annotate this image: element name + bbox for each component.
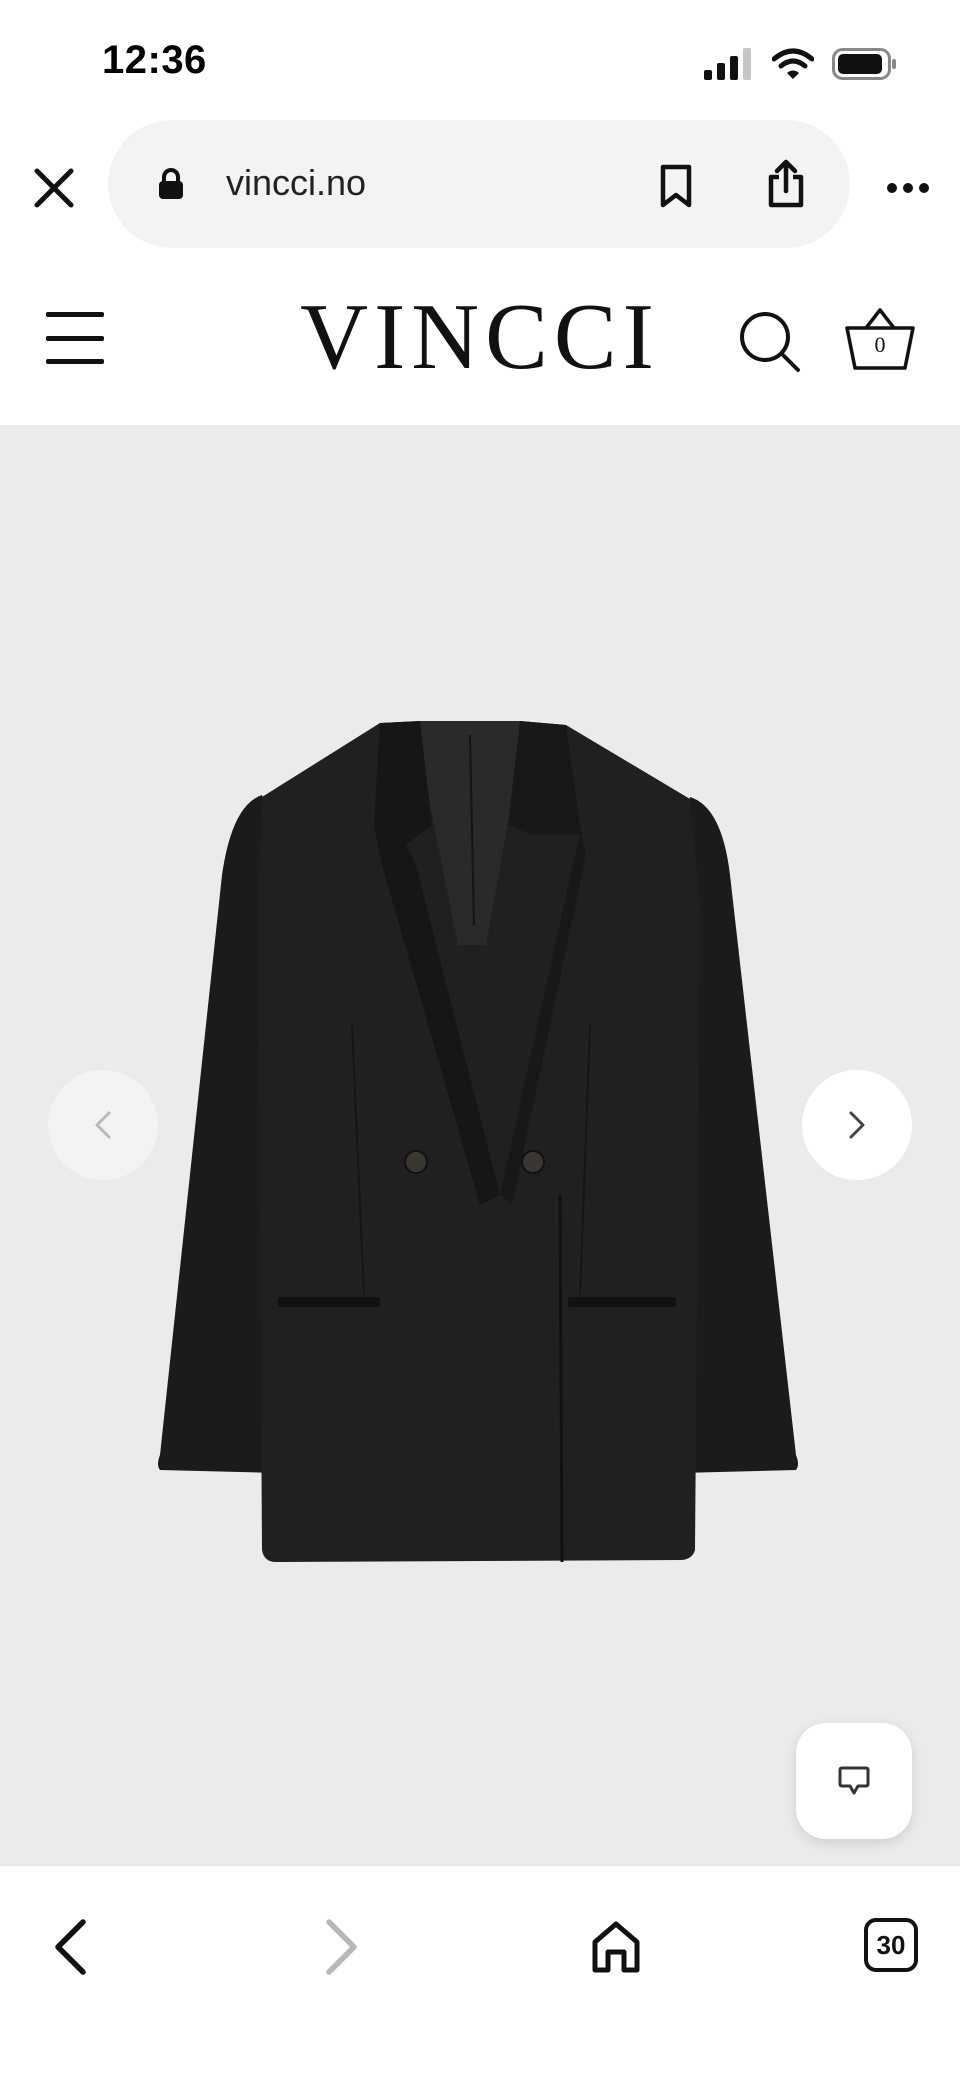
product-gallery — [0, 425, 960, 1865]
tab-count: 30 — [876, 1929, 906, 1960]
url-bar[interactable]: vincci.no — [108, 120, 850, 248]
more-icon — [887, 183, 929, 193]
chevron-left-icon — [95, 1111, 111, 1139]
basket-button[interactable]: 0 — [844, 306, 916, 372]
site-header: VINCCI 0 — [0, 250, 960, 425]
wifi-icon — [772, 48, 814, 79]
forward-button[interactable] — [314, 1914, 370, 1980]
browser-address-bar: vincci.no — [0, 120, 960, 250]
battery-icon — [832, 48, 896, 80]
basket-count: 0 — [874, 332, 886, 357]
next-image-button[interactable] — [802, 1070, 912, 1180]
more-options-button[interactable] — [878, 160, 938, 216]
bookmark-icon — [660, 164, 692, 208]
previous-image-button[interactable] — [48, 1070, 158, 1180]
url-text: vincci.no — [226, 162, 367, 203]
share-icon — [768, 159, 804, 208]
hamburger-menu-button[interactable] — [46, 312, 108, 364]
chat-icon — [838, 1766, 870, 1795]
search-button[interactable] — [738, 310, 802, 374]
signal-icon — [704, 48, 751, 80]
forward-arrow-icon — [326, 1919, 357, 1975]
back-button[interactable] — [42, 1914, 98, 1980]
search-icon — [740, 312, 800, 372]
share-button[interactable] — [758, 154, 814, 214]
status-time: 12:36 — [102, 38, 207, 82]
close-icon — [34, 168, 74, 208]
close-tab-button[interactable] — [26, 160, 82, 216]
back-arrow-icon — [55, 1919, 86, 1975]
lock-icon — [159, 168, 183, 199]
chat-button[interactable] — [796, 1723, 912, 1839]
chevron-right-icon — [849, 1111, 865, 1139]
status-icons — [704, 46, 898, 82]
tabs-button[interactable]: 30 — [864, 1918, 918, 1972]
browser-bottom-toolbar: 30 — [0, 1865, 960, 2078]
site-logo[interactable]: VINCCI — [290, 290, 670, 384]
home-icon — [592, 1921, 640, 1973]
status-bar: 12:36 — [0, 0, 960, 120]
bookmark-button[interactable] — [648, 158, 704, 214]
hamburger-menu-icon — [46, 312, 104, 317]
home-button[interactable] — [586, 1914, 646, 1980]
